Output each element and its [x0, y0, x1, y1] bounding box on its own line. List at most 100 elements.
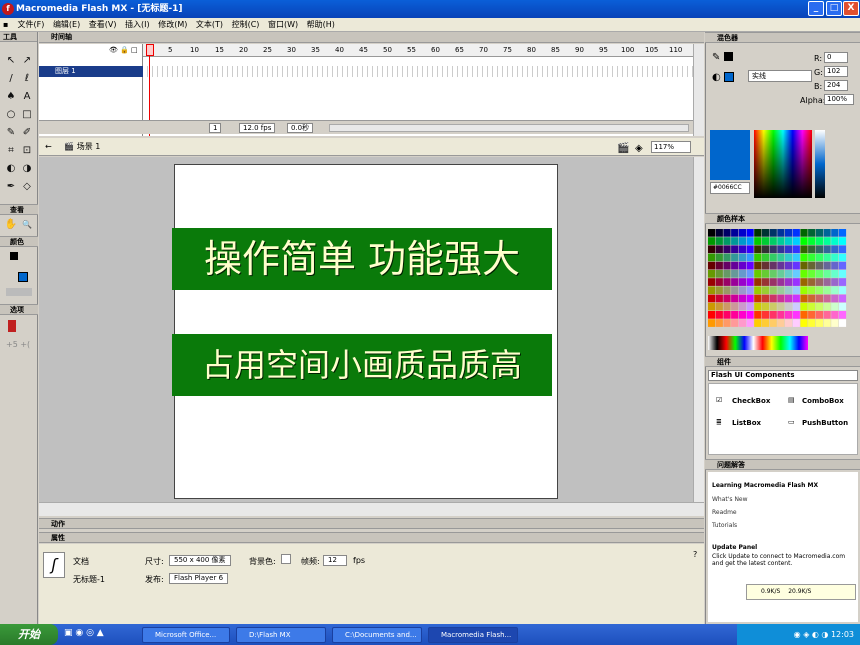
- pencil-tool-icon[interactable]: ✎: [4, 126, 18, 139]
- stage-hscrollbar[interactable]: [39, 502, 704, 516]
- close-button[interactable]: X: [843, 1, 859, 16]
- stroke-color-swatch[interactable]: [10, 252, 18, 260]
- layer-controls-icons[interactable]: 👁 🔒 □: [109, 46, 141, 55]
- menu-file[interactable]: 文件(F): [15, 18, 48, 32]
- paint-bucket-tool-icon[interactable]: ◑: [20, 162, 34, 175]
- timeline-scrollbar[interactable]: [693, 44, 704, 136]
- hex-input[interactable]: #0066CC: [710, 182, 750, 194]
- rectangle-tool-icon[interactable]: □: [20, 108, 34, 121]
- menu-modify[interactable]: 修改(M): [155, 18, 190, 32]
- arrow-tool-icon[interactable]: ↖: [4, 54, 18, 67]
- ink-bottle-tool-icon[interactable]: ◐: [4, 162, 18, 175]
- alpha-input[interactable]: 100%: [824, 94, 854, 105]
- frame-row[interactable]: [143, 66, 693, 77]
- checkbox-icon: ☑: [716, 396, 723, 404]
- link-tutorials[interactable]: Tutorials: [712, 522, 737, 529]
- timeline-hscrollbar[interactable]: [329, 124, 689, 132]
- zoom-tool-icon[interactable]: 🔍: [20, 218, 34, 231]
- edit-symbol-icon[interactable]: ◈: [635, 140, 643, 158]
- snap-magnet-icon[interactable]: [8, 320, 16, 332]
- text-tool-icon[interactable]: A: [20, 90, 34, 103]
- r-input[interactable]: 0: [824, 52, 848, 63]
- answers-header[interactable]: 问题解答: [705, 459, 860, 470]
- actions-panel-header[interactable]: 动作: [39, 518, 704, 529]
- swatches-grid[interactable]: [708, 229, 848, 329]
- scene-name[interactable]: 场景 1: [77, 142, 101, 151]
- link-readme[interactable]: Readme: [712, 509, 737, 516]
- window-title: Macromedia Flash MX - [无标题-1]: [16, 4, 183, 14]
- color-swatch: [815, 319, 823, 327]
- menu-insert[interactable]: 插入(I): [122, 18, 153, 32]
- lasso-tool-icon[interactable]: ℓ: [20, 72, 34, 85]
- gradient-swatches[interactable]: [708, 336, 808, 350]
- task-flash-folder[interactable]: D:\Flash MX: [236, 627, 326, 643]
- eraser-tool-icon[interactable]: ◇: [20, 180, 34, 193]
- link-whats-new[interactable]: What's New: [712, 496, 748, 503]
- fill-transform-tool-icon[interactable]: ⊡: [20, 144, 34, 157]
- hand-tool-icon[interactable]: ✋: [4, 218, 18, 231]
- brush-tool-icon[interactable]: ✐: [20, 126, 34, 139]
- menu-window[interactable]: 窗口(W): [265, 18, 301, 32]
- timeline-header[interactable]: 时间轴: [39, 32, 704, 43]
- layer-row[interactable]: 图层 1: [39, 66, 143, 77]
- color-spectrum[interactable]: [754, 130, 812, 198]
- color-mixer-header[interactable]: 混色器: [705, 32, 860, 43]
- pen-tool-icon[interactable]: ♠: [4, 90, 18, 103]
- components-header[interactable]: 组件: [705, 356, 860, 367]
- line-tool-icon[interactable]: /: [4, 72, 18, 85]
- b-input[interactable]: 204: [824, 80, 848, 91]
- publish-button[interactable]: Flash Player 6: [169, 573, 229, 584]
- color-swatch: [800, 294, 808, 303]
- menu-text[interactable]: 文本(T): [193, 18, 226, 32]
- fill-bucket-icon[interactable]: ◐: [712, 72, 721, 83]
- quick-launch-icons[interactable]: ▣ ◉ ◎ ▲: [64, 628, 104, 638]
- minimize-button[interactable]: _: [808, 1, 824, 16]
- color-swatch: [808, 261, 816, 270]
- mixer-stroke-swatch[interactable]: [724, 52, 733, 61]
- component-listbox[interactable]: ListBox: [732, 419, 761, 427]
- stage-canvas[interactable]: [174, 164, 558, 499]
- start-button[interactable]: 开始: [0, 624, 58, 645]
- edit-scene-icon[interactable]: 🎬: [617, 140, 629, 158]
- component-pushbutton[interactable]: PushButton: [802, 419, 848, 427]
- g-input[interactable]: 102: [824, 66, 848, 77]
- component-set-select[interactable]: Flash UI Components: [708, 370, 858, 381]
- fill-color-swatch[interactable]: [18, 272, 28, 282]
- stage-text-line1[interactable]: 操作简单 功能强大: [172, 228, 552, 290]
- tray-icons[interactable]: ◉ ◈ ◐ ◑: [794, 630, 831, 639]
- free-transform-tool-icon[interactable]: ⌗: [4, 144, 18, 157]
- brightness-slider[interactable]: [815, 130, 825, 198]
- network-speed: 0.9K/S 20.9K/S: [746, 584, 856, 600]
- fill-type-select[interactable]: 实线: [748, 70, 812, 82]
- color-swatch: [838, 294, 847, 303]
- oval-tool-icon[interactable]: ○: [4, 108, 18, 121]
- task-documents[interactable]: C:\Documents and...: [332, 627, 422, 643]
- help-icon[interactable]: ?: [693, 550, 697, 559]
- zoom-select[interactable]: 117%: [651, 141, 691, 153]
- component-checkbox[interactable]: CheckBox: [732, 397, 770, 405]
- playhead-handle[interactable]: [146, 44, 154, 56]
- task-office[interactable]: Microsoft Office...: [142, 627, 230, 643]
- size-button[interactable]: 550 x 400 像素: [169, 555, 231, 566]
- back-arrow-icon[interactable]: ←: [39, 142, 52, 151]
- menu-edit[interactable]: 编辑(E): [50, 18, 83, 32]
- color-options-icon[interactable]: [6, 288, 32, 296]
- color-swatch: [823, 237, 831, 245]
- subselect-tool-icon[interactable]: ↗: [20, 54, 34, 67]
- properties-panel-header[interactable]: 属性: [39, 532, 704, 543]
- mixer-fill-swatch[interactable]: [724, 72, 734, 82]
- stroke-pencil-icon[interactable]: ✎: [712, 52, 720, 63]
- menu-control[interactable]: 控制(C): [229, 18, 263, 32]
- task-macromedia-flash[interactable]: Macromedia Flash...: [428, 627, 518, 643]
- swatches-header[interactable]: 颜色样本: [705, 213, 860, 224]
- maximize-button[interactable]: □: [826, 1, 842, 16]
- bg-color-swatch[interactable]: [281, 554, 291, 564]
- menu-help[interactable]: 帮助(H): [304, 18, 338, 32]
- menu-view[interactable]: 查看(V): [86, 18, 120, 32]
- fps-input[interactable]: 12: [323, 555, 347, 566]
- stage-vscrollbar[interactable]: [693, 157, 704, 502]
- eyedropper-tool-icon[interactable]: ✒: [4, 180, 18, 193]
- component-combobox[interactable]: ComboBox: [802, 397, 844, 405]
- stage-text-line2[interactable]: 占用空间小画质品质高: [172, 334, 552, 396]
- smooth-straighten-icon[interactable]: +5 +(: [6, 340, 32, 349]
